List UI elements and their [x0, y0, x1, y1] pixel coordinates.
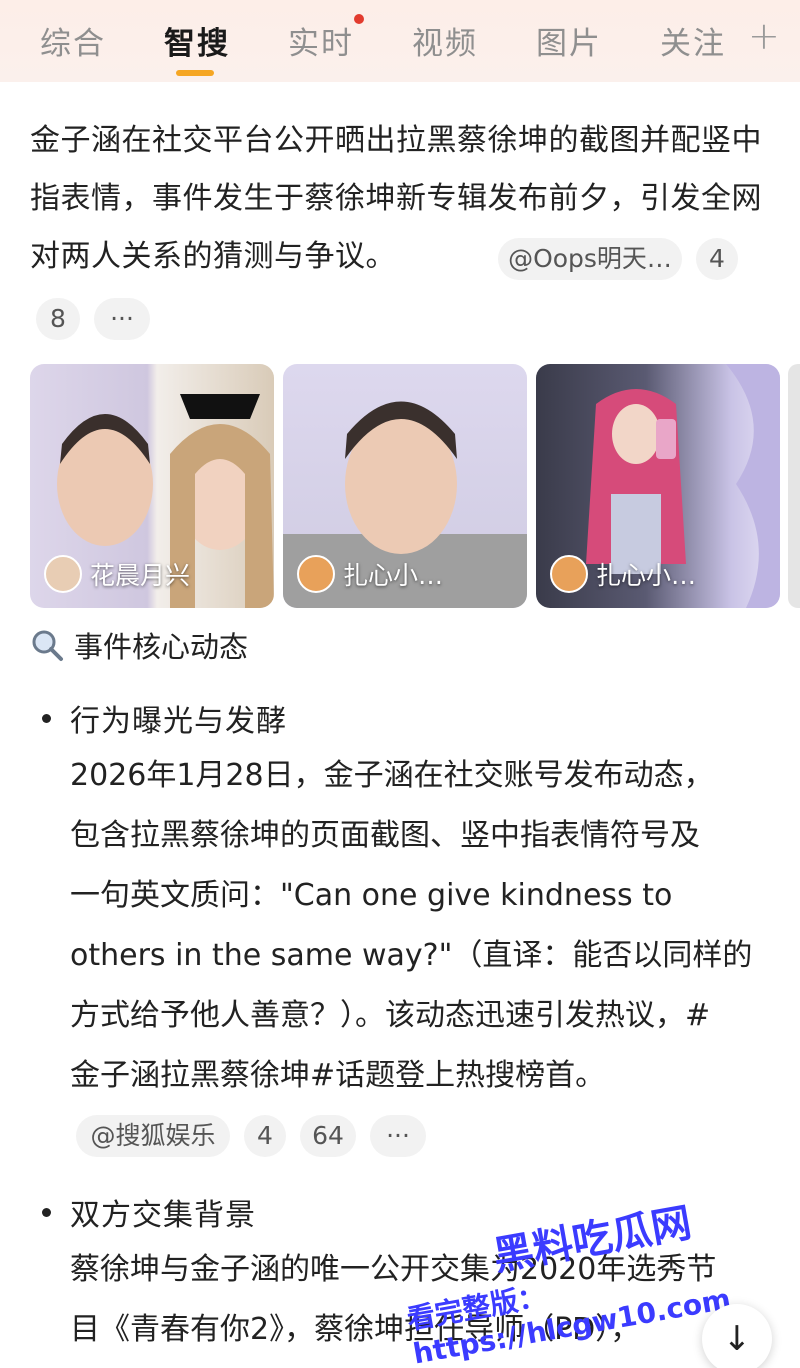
- item-title: 行为曝光与发酵: [70, 704, 287, 739]
- summary-count-chip[interactable]: 8: [36, 298, 80, 340]
- summary-more-button[interactable]: ···: [94, 298, 150, 340]
- section-heading-text: 事件核心动态: [74, 630, 249, 664]
- avatar: [44, 555, 82, 593]
- item-more-button[interactable]: ···: [370, 1115, 426, 1157]
- item-paragraph: 蔡徐坤与金子涵的唯一公开交集为2020年选秀节 目《青春有你2》，蔡徐坤担任导师…: [70, 1240, 780, 1360]
- summary-count-chip[interactable]: 4: [696, 238, 738, 280]
- avatar: [297, 555, 335, 593]
- tab-comprehensive[interactable]: 综合: [40, 18, 106, 63]
- item-title: 双方交集背景: [70, 1198, 256, 1233]
- item-count-chip[interactable]: 4: [244, 1115, 286, 1157]
- paragraph-line: 金子涵拉黑蔡徐坤#话题登上热搜榜首。: [70, 1058, 606, 1093]
- paragraph-line: 一句英文质问："Can one give kindness to: [70, 878, 673, 913]
- summary-source-chip[interactable]: @Oops明天…: [498, 238, 682, 280]
- tab-realtime[interactable]: 实时: [288, 18, 354, 63]
- paragraph-line: 方式给予他人善意？）。该动态迅速引发热议，#: [70, 998, 711, 1033]
- search-tab-bar: 综合 智搜 实时 视频 图片 关注 +: [0, 0, 800, 82]
- notification-dot: [354, 14, 364, 24]
- avatar: [550, 555, 588, 593]
- paragraph-line: 蔡徐坤与金子涵的唯一公开交集为2020年选秀节: [70, 1252, 717, 1287]
- tab-following[interactable]: 关注: [660, 18, 726, 63]
- active-tab-indicator: [176, 70, 214, 76]
- image-source-name: 花晨月兴: [90, 561, 191, 590]
- section-heading: 事件核心动态: [30, 624, 248, 666]
- tab-video[interactable]: 视频: [412, 18, 478, 63]
- paragraph-line: 包含拉黑蔡徐坤的页面截图、竖中指表情符号及: [70, 818, 700, 853]
- paragraph-line: others in the same way?"（直译：能否以同样的: [70, 938, 753, 973]
- paragraph-line: 目《青春有你2》，蔡徐坤担任导师（PD），: [70, 1312, 641, 1347]
- search-icon: [32, 630, 63, 661]
- image-source-name: 扎心小…: [596, 561, 697, 590]
- image-thumbnail[interactable]: 花晨月兴: [30, 364, 274, 608]
- add-tab-icon[interactable]: +: [748, 14, 780, 58]
- bullet-point: [42, 1208, 51, 1217]
- item-count-chip[interactable]: 64: [300, 1115, 356, 1157]
- item-paragraph: 2026年1月28日，金子涵在社交账号发布动态， 包含拉黑蔡徐坤的页面截图、竖中…: [70, 746, 780, 1106]
- paragraph-line: 2026年1月28日，金子涵在社交账号发布动态，: [70, 758, 714, 793]
- tab-images[interactable]: 图片: [536, 18, 602, 63]
- image-thumbnail[interactable]: 扎心小…: [283, 364, 527, 608]
- next-image-peek[interactable]: [788, 364, 800, 608]
- arrow-down-icon: ↓: [722, 1319, 752, 1359]
- image-thumbnail[interactable]: 扎心小…: [536, 364, 780, 608]
- image-source-name: 扎心小…: [343, 561, 444, 590]
- item-source-chip[interactable]: @搜狐娱乐: [76, 1115, 230, 1157]
- tab-smart-search[interactable]: 智搜: [164, 18, 230, 63]
- bullet-point: [42, 714, 51, 723]
- scroll-down-button[interactable]: ↓: [702, 1304, 772, 1368]
